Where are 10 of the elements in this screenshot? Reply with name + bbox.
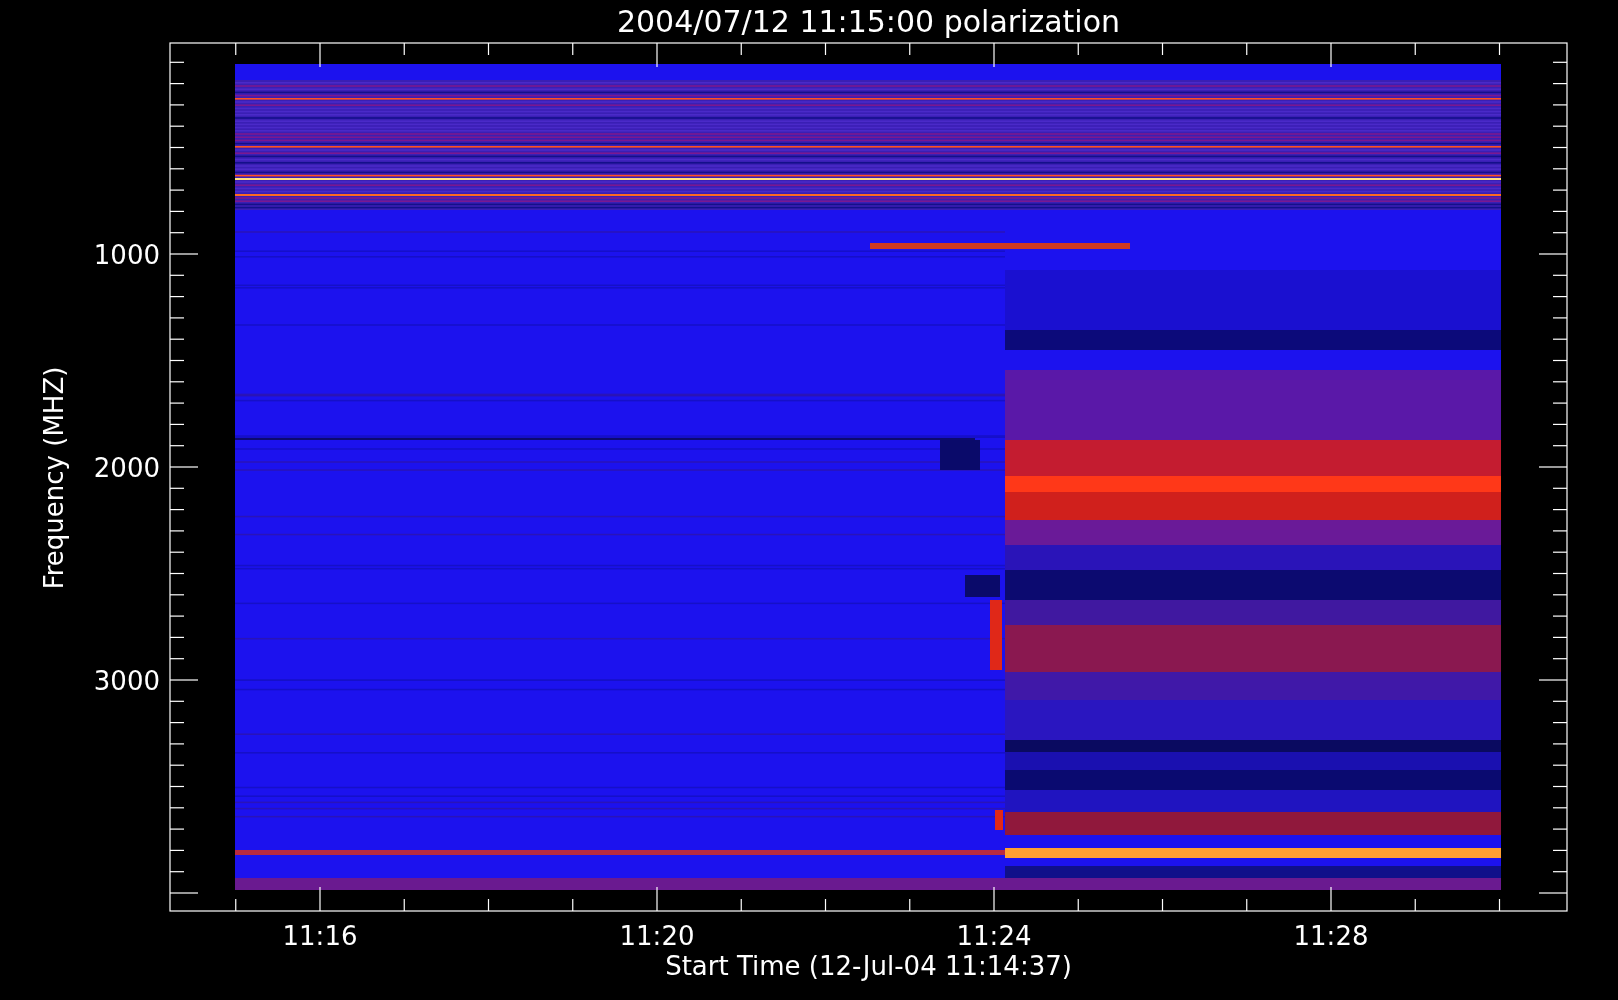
x-tick-label: 11:28 <box>1293 921 1369 951</box>
y-axis-label: Frequency (MHZ) <box>39 366 69 590</box>
plot-title: 2004/07/12 11:15:00 polarization <box>616 4 1121 39</box>
x-tick-label: 11:20 <box>619 921 695 951</box>
y-tick-label: 2000 <box>93 453 160 483</box>
y-tick-label: 3000 <box>93 666 160 696</box>
x-axis-label: Start Time (12-Jul-04 11:14:37) <box>665 951 1072 981</box>
y-tick-label: 1000 <box>93 240 160 270</box>
x-tick-label: 11:16 <box>282 921 358 951</box>
x-tick-label: 11:24 <box>956 921 1032 951</box>
